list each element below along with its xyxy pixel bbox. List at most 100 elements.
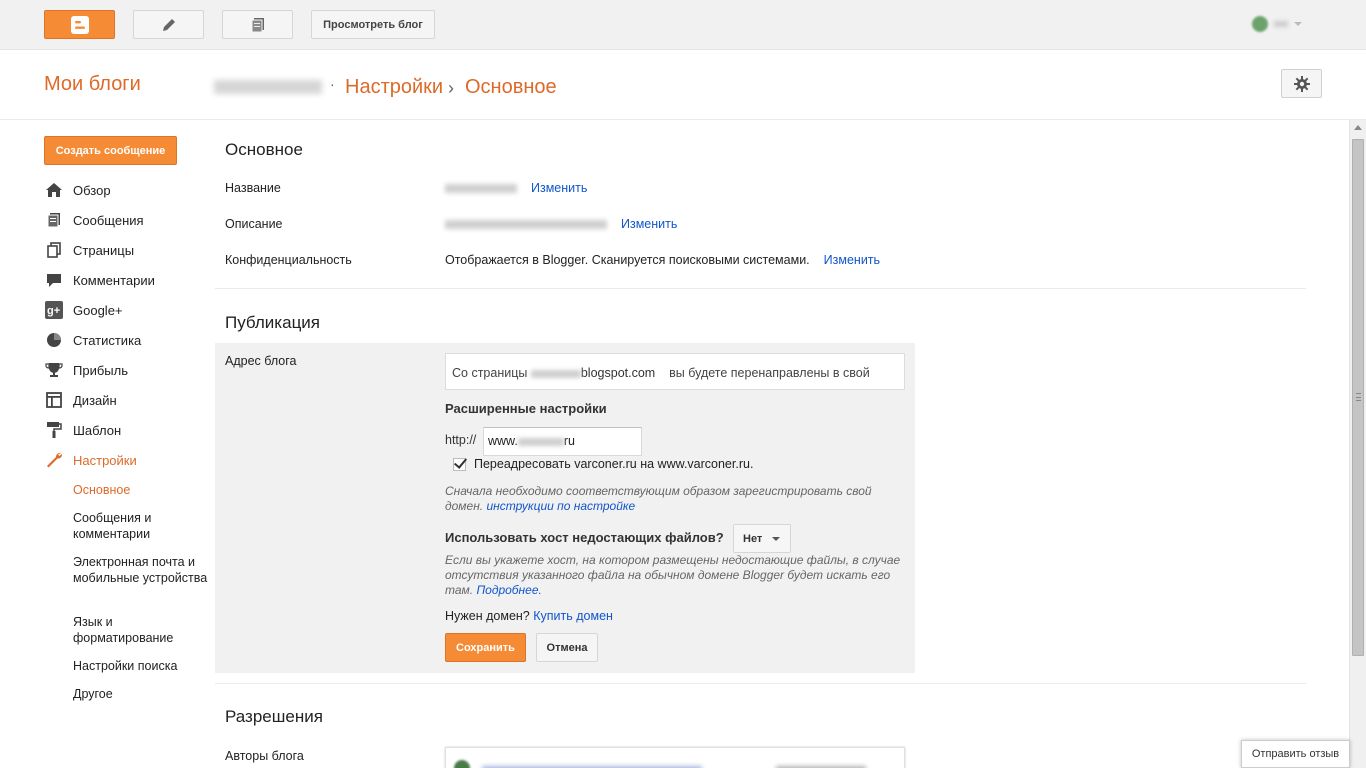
sidebar-item-template[interactable]: Шаблон bbox=[44, 418, 121, 442]
redirect-checkbox-label: Переадресовать varconer.ru на www.varcon… bbox=[474, 457, 754, 471]
cancel-button[interactable]: Отмена bbox=[536, 633, 598, 662]
author-avatar bbox=[454, 760, 470, 768]
page-header: Мои блоги · Настройки › Основное bbox=[0, 50, 1366, 120]
privacy-text: Отображается в Blogger. Сканируется поис… bbox=[445, 253, 810, 267]
custom-domain-input[interactable]: www. ru bbox=[483, 427, 642, 456]
missing-files-host-value: Нет bbox=[743, 532, 763, 545]
scrollbar-grip bbox=[1356, 393, 1361, 401]
scrollbar-thumb[interactable] bbox=[1352, 139, 1364, 656]
privacy-value: Отображается в Blogger. Сканируется поис… bbox=[445, 253, 880, 267]
blog-description-redacted bbox=[445, 219, 607, 229]
sidebar-item-label: Сообщения bbox=[73, 212, 144, 228]
sidebar-item-earnings[interactable]: Прибыль bbox=[44, 358, 128, 382]
save-button[interactable]: Сохранить bbox=[445, 633, 526, 662]
need-domain-row: Нужен домен? Купить домен bbox=[445, 609, 613, 623]
new-post-button[interactable] bbox=[133, 10, 204, 39]
subdomain-redacted bbox=[530, 369, 581, 378]
layout-icon bbox=[44, 391, 64, 409]
send-feedback-button[interactable]: Отправить отзыв bbox=[1241, 740, 1350, 768]
name-value: Изменить bbox=[445, 181, 587, 195]
blog-title-redacted bbox=[445, 183, 517, 193]
breadcrumb-settings[interactable]: Настройки bbox=[345, 76, 443, 99]
change-privacy-link[interactable]: Изменить bbox=[824, 253, 880, 267]
sidebar-subitem-search[interactable]: Настройки поиска bbox=[73, 658, 208, 674]
settings-gear-button[interactable] bbox=[1281, 69, 1322, 98]
buy-domain-link[interactable]: Купить домен bbox=[533, 609, 613, 623]
blog-name-redacted[interactable] bbox=[214, 80, 322, 94]
chevron-down-icon bbox=[1294, 22, 1302, 26]
publishing-panel: Адрес блога Со страницы blogspot.com вы … bbox=[215, 343, 915, 673]
redirect-checkbox[interactable] bbox=[453, 457, 466, 471]
need-domain-text: Нужен домен? bbox=[445, 609, 530, 623]
page-scrollbar[interactable] bbox=[1349, 120, 1366, 768]
learn-more-link[interactable]: Подробнее. bbox=[476, 583, 541, 597]
sidebar-item-label: Прибыль bbox=[73, 362, 128, 378]
redirect-checkbox-row[interactable]: Переадресовать varconer.ru на www.varcon… bbox=[453, 457, 753, 471]
sidebar-subitem-posts-comments[interactable]: Сообщения и комментарии bbox=[73, 510, 208, 542]
change-description-link[interactable]: Изменить bbox=[621, 217, 677, 231]
redirect-info-box: Со страницы blogspot.com вы будете перен… bbox=[445, 353, 905, 390]
sidebar-item-settings[interactable]: Настройки bbox=[44, 448, 137, 472]
blogger-logo-icon bbox=[70, 15, 89, 34]
missing-files-host-label: Использовать хост недостающих файлов? bbox=[445, 530, 724, 545]
avatar bbox=[1252, 16, 1268, 32]
sidebar-item-stats[interactable]: Статистика bbox=[44, 328, 141, 352]
posts-icon bbox=[44, 211, 64, 229]
description-value: Изменить bbox=[445, 217, 677, 231]
chevron-down-icon bbox=[772, 536, 781, 541]
domain-suffix: ru bbox=[563, 434, 575, 448]
missing-files-host-select[interactable]: Нет bbox=[733, 524, 791, 553]
top-toolbar: Просмотреть блог bbox=[0, 0, 1366, 50]
pages-icon bbox=[44, 241, 64, 259]
section-title-publishing: Публикация bbox=[225, 313, 321, 332]
sidebar-item-label: Обзор bbox=[73, 182, 111, 198]
sidebar-item-label: Настройки bbox=[73, 452, 137, 468]
divider bbox=[215, 683, 1306, 684]
authors-list bbox=[445, 747, 905, 768]
sidebar-item-layout[interactable]: Дизайн bbox=[44, 388, 117, 412]
redirect-domain: blogspot.com bbox=[580, 366, 656, 380]
account-menu[interactable] bbox=[1252, 14, 1308, 34]
sidebar-item-comments[interactable]: Комментарии bbox=[44, 268, 155, 292]
sidebar-subitem-other[interactable]: Другое bbox=[73, 686, 208, 702]
missing-files-hint: Если вы укажете хост, на котором размеще… bbox=[445, 553, 905, 598]
sidebar-item-label: Страницы bbox=[73, 242, 135, 258]
sidebar-item-overview[interactable]: Обзор bbox=[44, 178, 111, 202]
http-prefix-label: http:// bbox=[445, 433, 477, 447]
description-label: Описание bbox=[225, 217, 283, 231]
domain-prefix: www. bbox=[488, 434, 518, 448]
breadcrumb-dot: · bbox=[330, 76, 335, 92]
sidebar-item-posts[interactable]: Сообщения bbox=[44, 208, 144, 232]
change-name-link[interactable]: Изменить bbox=[531, 181, 587, 195]
google-plus-icon: g+ bbox=[44, 301, 64, 319]
sidebar-subitem-email-mobile[interactable]: Электронная почта и мобильные устройства bbox=[73, 554, 208, 586]
sidebar-item-label: Шаблон bbox=[73, 422, 122, 438]
view-blog-button[interactable]: Просмотреть блог bbox=[311, 10, 435, 39]
blogger-logo-button[interactable] bbox=[44, 10, 115, 39]
wrench-icon bbox=[44, 451, 64, 469]
create-post-button[interactable]: Создать сообщение bbox=[44, 136, 177, 165]
svg-text:g+: g+ bbox=[47, 305, 60, 317]
gear-icon bbox=[1293, 75, 1310, 92]
home-icon bbox=[44, 181, 64, 199]
scroll-up-arrow-icon[interactable] bbox=[1354, 125, 1362, 130]
paint-roller-icon bbox=[44, 421, 64, 439]
redirect-prefix: Со страницы bbox=[452, 366, 528, 380]
section-title-basic: Основное bbox=[225, 140, 303, 159]
my-blogs-link[interactable]: Мои блоги bbox=[44, 73, 141, 96]
register-domain-hint: Сначала необходимо соответствующим образ… bbox=[445, 484, 905, 514]
setup-instructions-link[interactable]: инструкции по настройке bbox=[487, 499, 636, 513]
page-title: Основное bbox=[465, 76, 557, 98]
advanced-settings-title: Расширенные настройки bbox=[445, 401, 607, 416]
sidebar-subitem-language[interactable]: Язык и форматирование bbox=[73, 614, 208, 646]
sidebar-subitem-basic[interactable]: Основное bbox=[73, 482, 208, 498]
account-name-redacted bbox=[1274, 21, 1288, 27]
sidebar-item-label: Дизайн bbox=[73, 392, 117, 408]
comment-icon bbox=[44, 271, 64, 289]
sidebar-item-google-plus[interactable]: g+ Google+ bbox=[44, 298, 123, 322]
sidebar-item-label: Комментарии bbox=[73, 272, 155, 288]
divider bbox=[215, 288, 1306, 289]
section-title-permissions: Разрешения bbox=[225, 707, 323, 726]
sidebar-item-pages[interactable]: Страницы bbox=[44, 238, 134, 262]
posts-list-button[interactable] bbox=[222, 10, 293, 39]
